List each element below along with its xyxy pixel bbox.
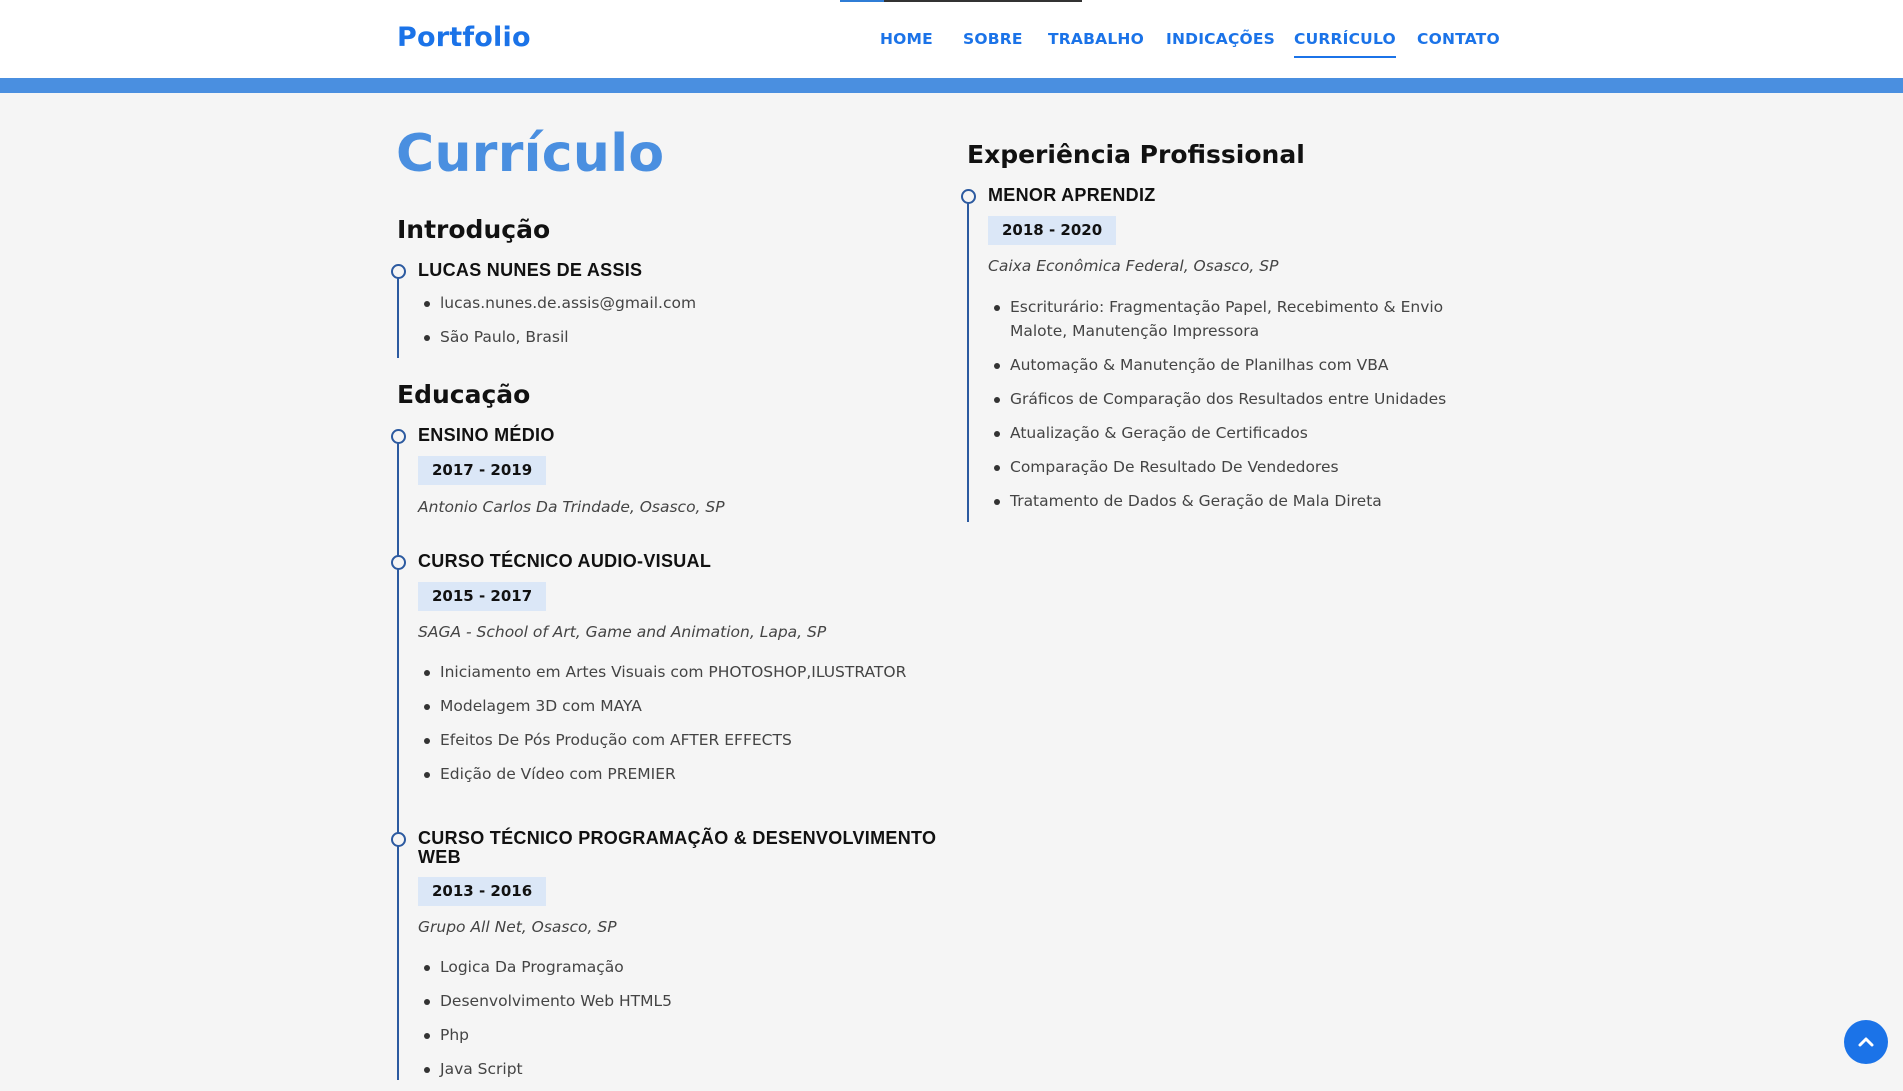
list-item: Tratamento de Dados & Geração de Mala Di… [990, 489, 1460, 513]
experience-list: Escriturário: Fragmentação Papel, Recebi… [990, 295, 1460, 523]
section-title-educacao: Educação [397, 380, 531, 409]
nav-sobre[interactable]: SOBRE [963, 30, 1023, 48]
timeline-line [397, 435, 399, 1080]
date-badge: 2017 - 2019 [418, 456, 547, 485]
education-title: CURSO TÉCNICO PROGRAMAÇÃO & DESENVOLVIME… [418, 828, 937, 867]
education-list: Logica Da Programação Desenvolvimento We… [420, 955, 940, 1091]
top-navbar: Portfolio HOME SOBRE TRABALHO INDICAÇÕES… [0, 0, 1903, 78]
institution: Grupo All Net, Osasco, SP [418, 918, 617, 936]
nav-home[interactable]: HOME [880, 30, 933, 48]
resume-name: LUCAS NUNES DE ASSIS [418, 260, 643, 280]
list-item: Modelagem 3D com MAYA [420, 694, 940, 718]
timeline-node [391, 264, 406, 279]
job-title: MENOR APRENDIZ [988, 185, 1156, 205]
back-to-top-button[interactable] [1844, 1020, 1888, 1064]
list-item: Atualização & Geração de Certificados [990, 421, 1460, 445]
list-item: Desenvolvimento Web HTML5 [420, 989, 940, 1013]
section-title-introducao: Introdução [397, 215, 551, 244]
timeline-node [391, 429, 406, 444]
list-item: Escriturário: Fragmentação Papel, Recebi… [990, 295, 1460, 343]
date-badge: 2013 - 2016 [418, 877, 547, 906]
list-item: Edição de Vídeo com PREMIER [420, 762, 940, 786]
list-item: Java Script [420, 1057, 940, 1081]
timeline-line [397, 270, 399, 358]
list-item: Php [420, 1023, 940, 1047]
list-item: Logica Da Programação [420, 955, 940, 979]
timeline-node [391, 555, 406, 570]
date-badge: 2018 - 2020 [988, 216, 1117, 245]
nav-trabalho[interactable]: TRABALHO [1048, 30, 1144, 48]
list-item: Comparação De Resultado De Vendedores [990, 455, 1460, 479]
list-item: Efeitos De Pós Produção com AFTER EFFECT… [420, 728, 940, 752]
institution: Antonio Carlos Da Trindade, Osasco, SP [418, 498, 725, 516]
date-badge: 2015 - 2017 [418, 582, 547, 611]
main-nav: HOME SOBRE TRABALHO INDICAÇÕES CURRÍCULO… [0, 30, 1903, 60]
list-item: Iniciamento em Artes Visuais com PHOTOSH… [420, 660, 940, 684]
employer: Caixa Econômica Federal, Osasco, SP [988, 257, 1279, 275]
list-item: Automação & Manutenção de Planilhas com … [990, 353, 1460, 377]
header-blue-band [0, 78, 1903, 93]
list-item: Gráficos de Comparação dos Resultados en… [990, 387, 1460, 411]
section-title-experiencia: Experiência Profissional [967, 140, 1305, 169]
scroll-indicator [840, 0, 1082, 2]
education-title: ENSINO MÉDIO [418, 425, 555, 445]
timeline-node [961, 189, 976, 204]
list-item: lucas.nunes.de.assis@gmail.com [420, 291, 900, 315]
nav-contato[interactable]: CONTATO [1417, 30, 1500, 48]
education-list: Iniciamento em Artes Visuais com PHOTOSH… [420, 660, 940, 796]
list-item: São Paulo, Brasil [420, 325, 900, 349]
intro-list: lucas.nunes.de.assis@gmail.com São Paulo… [420, 291, 900, 359]
nav-curriculo[interactable]: CURRÍCULO [1294, 30, 1396, 58]
chevron-up-icon [1858, 1037, 1874, 1047]
institution: SAGA - School of Art, Game and Animation… [418, 623, 827, 641]
page-title: Currículo [396, 124, 665, 184]
nav-indicacoes[interactable]: INDICAÇÕES [1166, 30, 1275, 48]
education-title: CURSO TÉCNICO AUDIO-VISUAL [418, 551, 712, 571]
timeline-line [967, 195, 969, 522]
timeline-node [391, 832, 406, 847]
